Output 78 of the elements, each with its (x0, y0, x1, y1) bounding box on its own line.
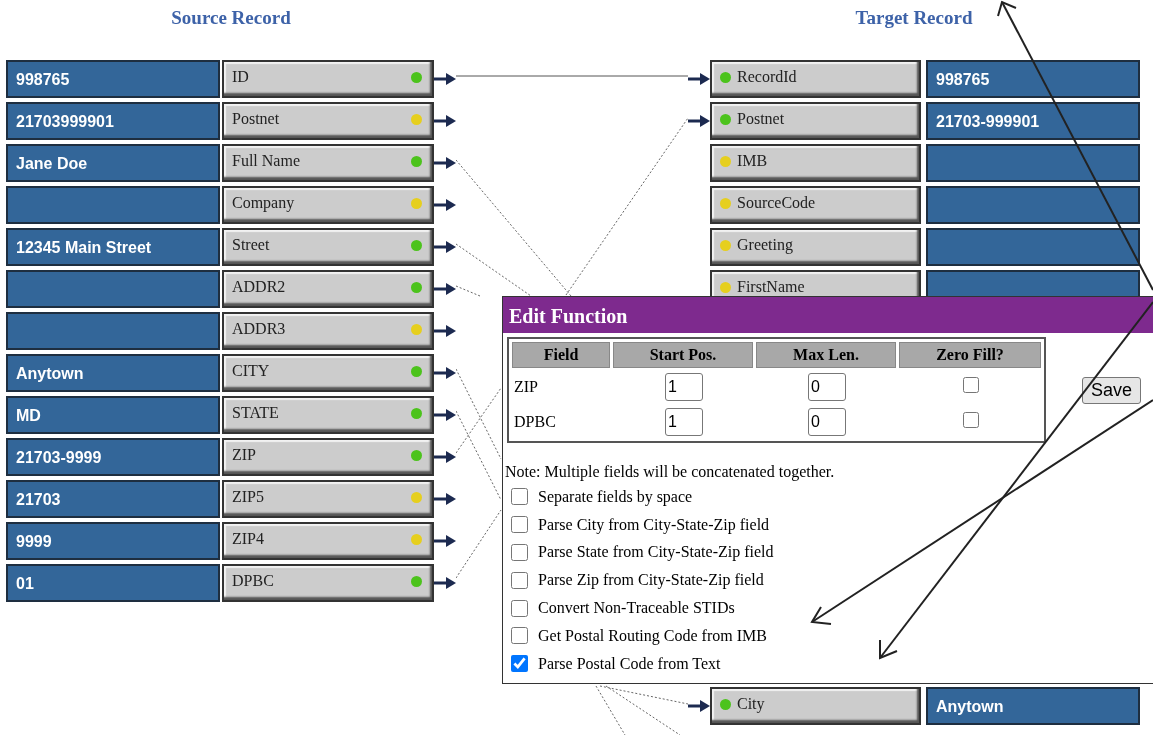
value-cell: 12345 Main Street (6, 228, 220, 266)
column-heading: Target Record (854, 6, 974, 30)
column-header: Zero Fill? (899, 342, 1041, 368)
field-button[interactable]: Street (222, 228, 434, 266)
field-button[interactable]: Company (222, 186, 434, 224)
field-button[interactable]: STATE (222, 396, 434, 434)
field-button[interactable]: ID (222, 60, 434, 98)
column-header: Max Len. (756, 342, 896, 368)
value-cell: 21703999901 (6, 102, 220, 140)
value-cell: 998765 (6, 60, 220, 98)
option-label: Parse City from City-State-Zip field (538, 515, 770, 534)
field-button[interactable]: DPBC (222, 564, 434, 602)
option-label: Parse State from City-State-Zip field (538, 543, 774, 562)
field-button[interactable]: Full Name (222, 144, 434, 182)
field-button[interactable]: ZIP5 (222, 480, 434, 518)
max-length-field[interactable]: 0 (808, 373, 846, 401)
option-label: Get Postal Routing Code from IMB (538, 626, 767, 645)
option-checkbox[interactable] (511, 627, 528, 645)
field-button[interactable]: RecordId (710, 60, 921, 98)
option-checkbox[interactable] (511, 544, 528, 561)
zero-fill-checkbox[interactable] (963, 377, 979, 393)
arrow-icon (434, 451, 456, 463)
option-checkbox[interactable] (511, 488, 528, 506)
option-label: Separate fields by space (538, 487, 693, 506)
column-header: Field (512, 342, 610, 368)
arrow-icon (434, 493, 456, 505)
arrow-icon (434, 115, 456, 127)
option-checkbox[interactable] (511, 599, 528, 617)
option-label: Parse Zip from City-State-Zip field (538, 571, 764, 590)
option-checkbox[interactable] (511, 571, 528, 589)
field-button[interactable]: ZIP4 (222, 522, 434, 560)
save-button[interactable]: Save (1082, 376, 1142, 404)
field-button[interactable]: ADDR2 (222, 270, 434, 308)
connector-line (456, 387, 502, 454)
arrow-icon (434, 367, 456, 379)
value-cell: 21703 (6, 480, 220, 518)
field-button[interactable]: Postnet (222, 102, 434, 140)
arrow-icon (434, 199, 456, 211)
value-cell: 21703-9999 (6, 438, 220, 476)
value-cell: 998765 (926, 60, 1140, 98)
zero-fill-checkbox[interactable] (963, 412, 979, 428)
connector-line (456, 509, 502, 579)
value-cell: 21703-999901 (926, 102, 1140, 140)
arrow-icon (434, 325, 456, 337)
field-button[interactable]: ADDR3 (222, 312, 434, 350)
arrow-icon (434, 157, 456, 169)
start-position-field[interactable]: 1 (665, 408, 703, 436)
field-button[interactable]: IMB (710, 144, 921, 182)
arrow-icon (434, 577, 456, 589)
arrow-icon (434, 409, 456, 421)
option-checkbox[interactable] (511, 516, 528, 534)
value-cell: MD (6, 396, 220, 434)
value-cell: Anytown (926, 687, 1140, 725)
arrow-icon (434, 535, 456, 547)
field-button[interactable]: Greeting (710, 228, 921, 266)
dialog-title: Edit Function (503, 297, 1153, 333)
option-label: Convert Non-Traceable STIDs (538, 599, 735, 618)
option-checkbox[interactable] (511, 655, 528, 673)
note-text: Note: Multiple fields will be concatenated together. (505, 463, 836, 481)
field-button[interactable]: SourceCode (710, 186, 921, 224)
value-cell: Anytown (6, 354, 220, 392)
field-button[interactable]: CITY (222, 354, 434, 392)
field-button[interactable]: City (710, 687, 921, 725)
arrow-icon (434, 241, 456, 253)
max-length-field[interactable]: 0 (808, 408, 846, 436)
arrow-icon (434, 73, 456, 85)
field-name: DPBC (513, 412, 557, 432)
field-button[interactable]: ZIP (222, 438, 434, 476)
value-cell: 01 (6, 564, 220, 602)
field-button[interactable]: Postnet (710, 102, 921, 140)
value-cell: 9999 (6, 522, 220, 560)
value-cell: Jane Doe (6, 144, 220, 182)
arrow-icon (434, 283, 456, 295)
start-position-field[interactable]: 1 (665, 373, 703, 401)
option-label: Parse Postal Code from Text (538, 654, 721, 673)
field-name: ZIP (513, 377, 539, 397)
column-header: Start Pos. (613, 342, 753, 368)
column-heading: Source Record (170, 6, 292, 30)
